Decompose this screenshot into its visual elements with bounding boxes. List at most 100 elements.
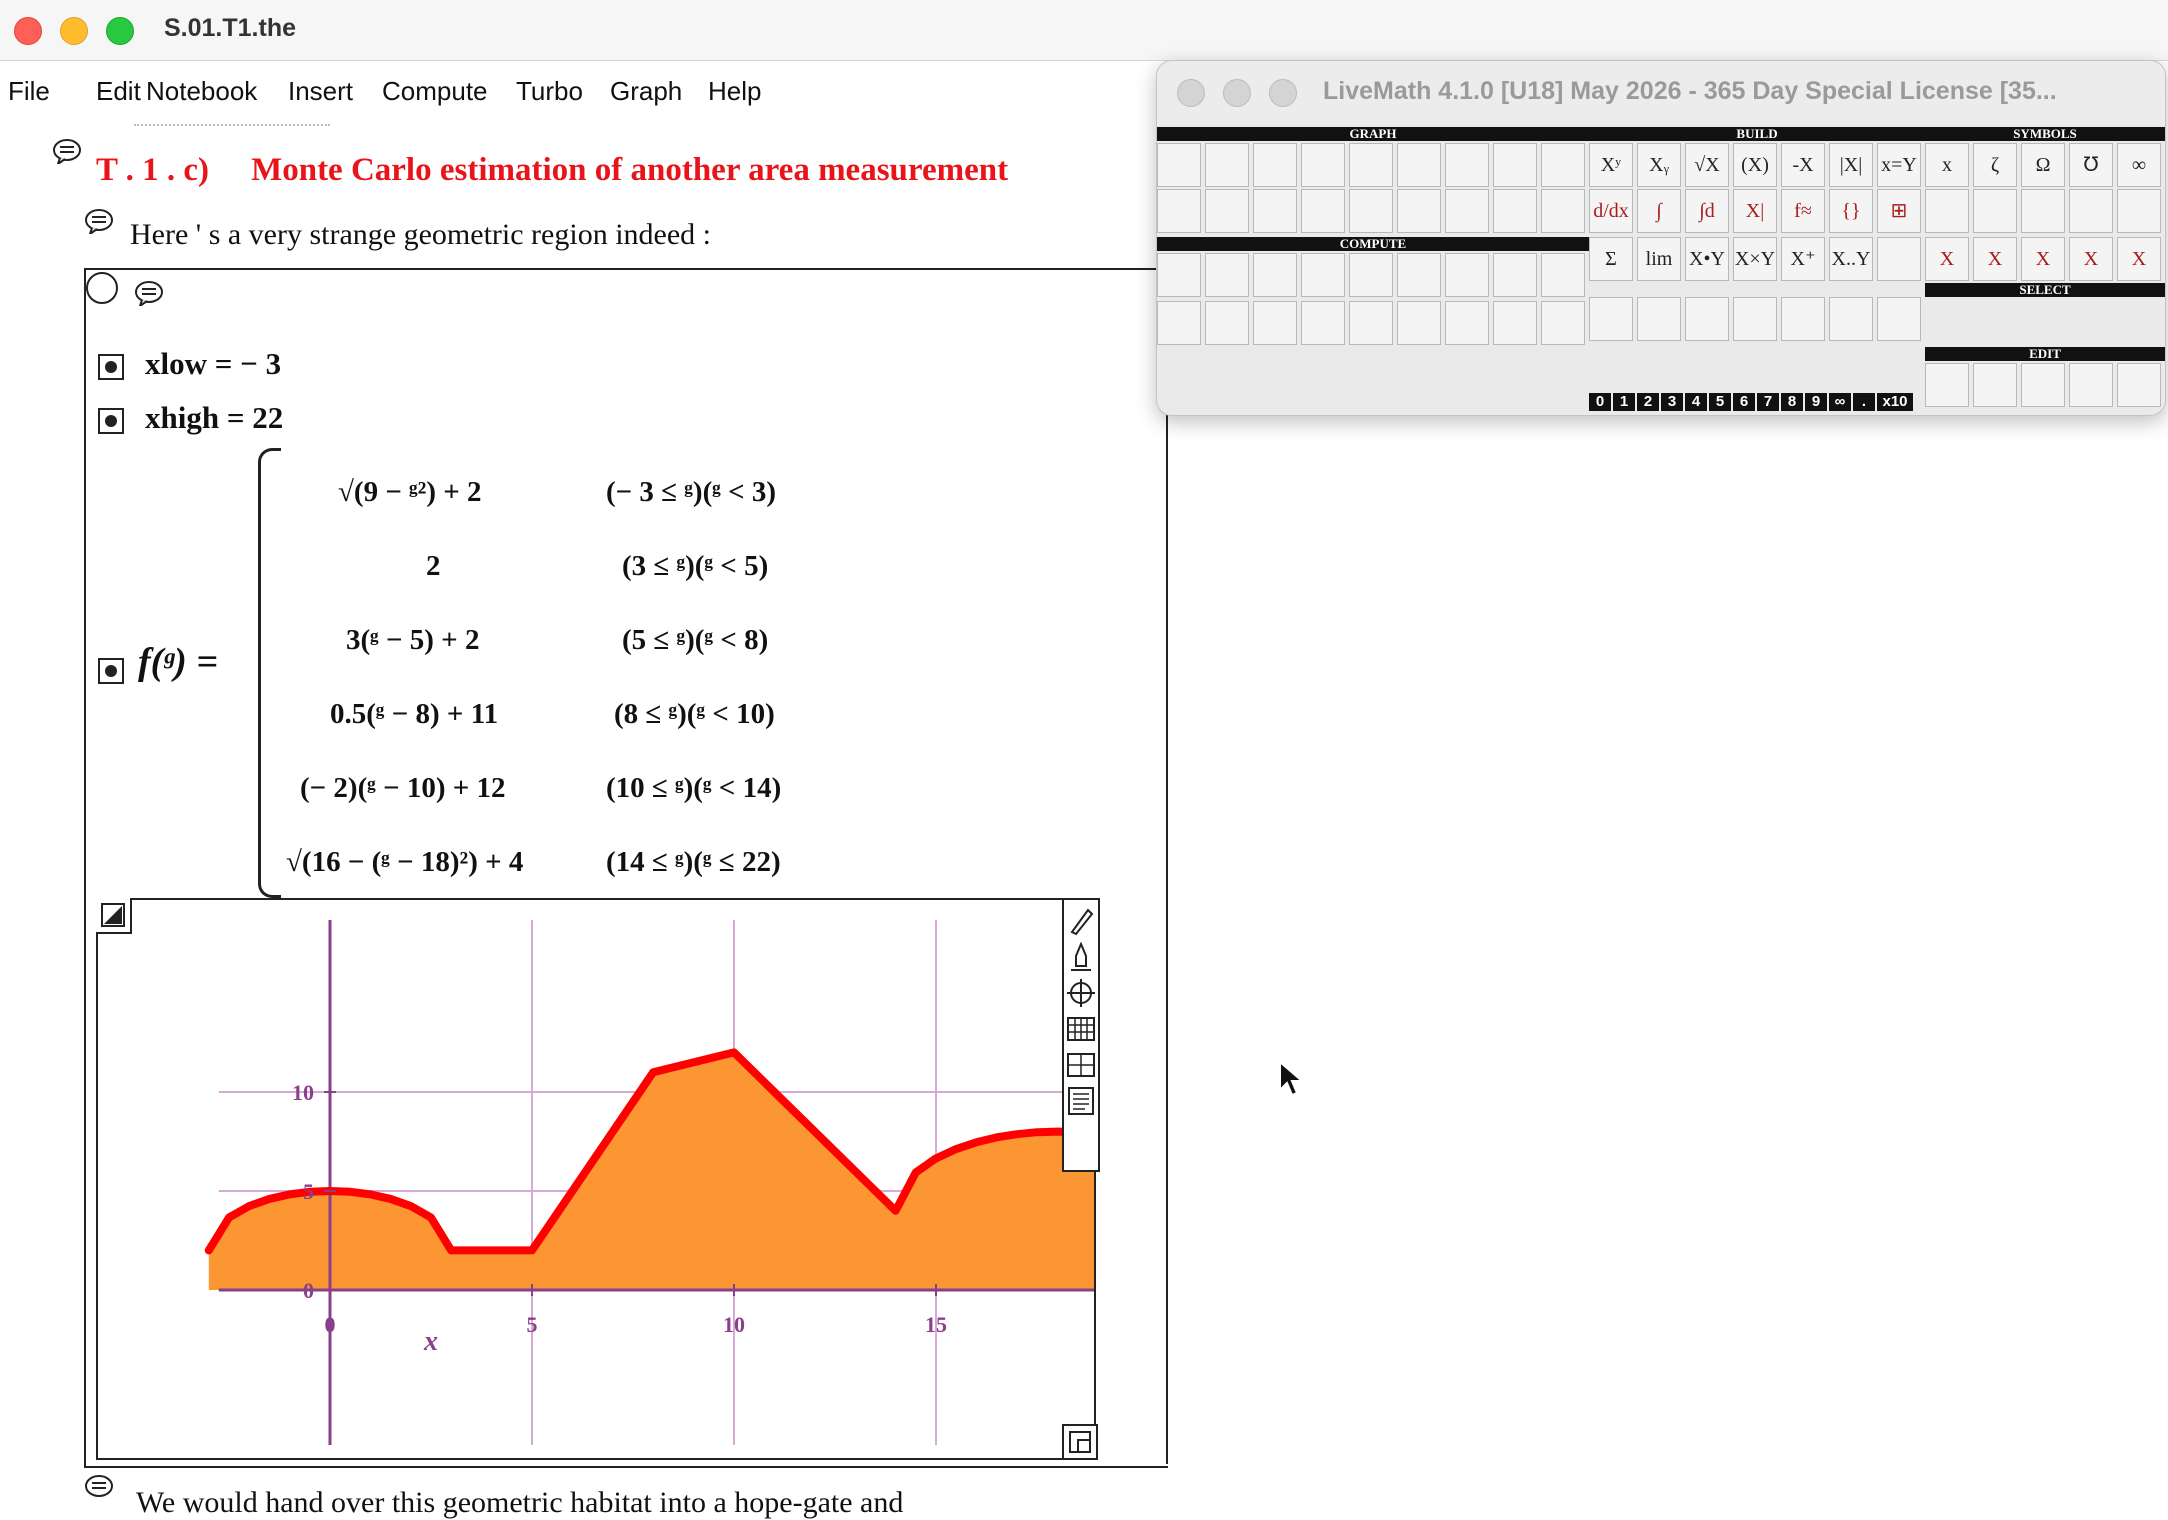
menu-graph[interactable]: Graph bbox=[610, 76, 682, 107]
piece-expression-5[interactable]: (− 2)(ᵍ − 10) + 12 bbox=[300, 772, 506, 805]
digit-3[interactable]: 3 bbox=[1661, 393, 1683, 411]
digit-x10[interactable]: x10 bbox=[1877, 393, 1913, 411]
build-tool-7-icon[interactable] bbox=[1877, 297, 1921, 341]
symbol-button-3[interactable]: Ω bbox=[2021, 143, 2065, 187]
comment-bubble-icon[interactable] bbox=[134, 280, 164, 306]
piece-expression-3[interactable]: 3(ᵍ − 5) + 2 bbox=[346, 624, 479, 657]
build-tool-4-icon[interactable] bbox=[1733, 297, 1777, 341]
graph-tool-5-icon[interactable] bbox=[1349, 143, 1393, 187]
symbol-style-2-icon[interactable] bbox=[1973, 189, 2017, 233]
menu-help[interactable]: Help bbox=[708, 76, 761, 107]
compute-button-3[interactable]: X•Y bbox=[1685, 237, 1729, 281]
graph-tool-8-icon[interactable] bbox=[1493, 143, 1537, 187]
graph-tool-4-icon[interactable] bbox=[1301, 143, 1345, 187]
graph-tool-12-icon[interactable] bbox=[1253, 189, 1297, 233]
compute-tool-15-icon[interactable] bbox=[1397, 301, 1441, 345]
digit-point[interactable]: . bbox=[1853, 393, 1875, 411]
menu-insert[interactable]: Insert bbox=[288, 76, 353, 107]
digit-6[interactable]: 6 bbox=[1733, 393, 1755, 411]
function-name[interactable]: f(ᵍ) = bbox=[138, 640, 218, 684]
compute-tool-10-icon[interactable] bbox=[1157, 301, 1201, 345]
graph-tool-pen-icon[interactable] bbox=[1066, 906, 1096, 936]
compute-button-2[interactable]: lim bbox=[1637, 237, 1681, 281]
compute-tool-13-icon[interactable] bbox=[1301, 301, 1345, 345]
graph-tool-18-icon[interactable] bbox=[1541, 189, 1585, 233]
compute-tool-8-icon[interactable] bbox=[1493, 253, 1537, 297]
build-tool-2-icon[interactable] bbox=[1637, 297, 1681, 341]
compute-tool-3-icon[interactable] bbox=[1253, 253, 1297, 297]
menu-edit[interactable]: Edit bbox=[96, 76, 141, 107]
symbol-style-3-icon[interactable] bbox=[2021, 189, 2065, 233]
compute-button-1[interactable]: Σ bbox=[1589, 237, 1633, 281]
compute-tool-12-icon[interactable] bbox=[1253, 301, 1297, 345]
build-button-8[interactable]: d/dx bbox=[1589, 189, 1633, 233]
symbol-button-5[interactable]: ∞ bbox=[2117, 143, 2161, 187]
close-window-button[interactable] bbox=[14, 17, 42, 45]
graph-corner-toggle[interactable] bbox=[96, 898, 132, 934]
symbol-style-1-icon[interactable] bbox=[1925, 189, 1969, 233]
edit-tool-4-icon[interactable] bbox=[2069, 363, 2113, 407]
graph-tool-2-icon[interactable] bbox=[1205, 143, 1249, 187]
build-button-10[interactable]: ∫d bbox=[1685, 189, 1729, 233]
zoom-window-button[interactable] bbox=[106, 17, 134, 45]
symbol-button-4[interactable]: ℧ bbox=[2069, 143, 2113, 187]
graph-tool-7-icon[interactable] bbox=[1445, 143, 1489, 187]
digit-9[interactable]: 9 bbox=[1805, 393, 1827, 411]
digit-5[interactable]: 5 bbox=[1709, 393, 1731, 411]
select-button-5[interactable]: X bbox=[2117, 237, 2161, 281]
graph-tool-13-icon[interactable] bbox=[1301, 189, 1345, 233]
menu-compute[interactable]: Compute bbox=[382, 76, 488, 107]
piece-condition-5[interactable]: (10 ≤ ᵍ)(ᵍ < 14) bbox=[606, 772, 781, 805]
graph-tool-crosshair-icon[interactable] bbox=[1066, 978, 1096, 1008]
graph-tool-grid-fine-icon[interactable] bbox=[1066, 1014, 1096, 1044]
piece-condition-4[interactable]: (8 ≤ ᵍ)(ᵍ < 10) bbox=[614, 698, 775, 731]
graph-resize-button[interactable] bbox=[1062, 1424, 1098, 1460]
compute-tool-1-icon[interactable] bbox=[1157, 253, 1201, 297]
digit-1[interactable]: 1 bbox=[1613, 393, 1635, 411]
build-button-12[interactable]: f≈ bbox=[1781, 189, 1825, 233]
piece-condition-1[interactable]: (− 3 ≤ ᵍ)(ᵍ < 3) bbox=[606, 476, 776, 509]
graph-tool-rocket-icon[interactable] bbox=[1066, 941, 1096, 972]
compute-tool-4-icon[interactable] bbox=[1301, 253, 1345, 297]
graph-tool-grid-icon[interactable] bbox=[1066, 1050, 1096, 1080]
piece-condition-2[interactable]: (3 ≤ ᵍ)(ᵍ < 5) bbox=[622, 550, 768, 583]
graph-tool-1-icon[interactable] bbox=[1157, 143, 1201, 187]
build-button-4[interactable]: (X) bbox=[1733, 143, 1777, 187]
build-button-11[interactable]: X| bbox=[1733, 189, 1777, 233]
select-button-3[interactable]: X bbox=[2021, 237, 2065, 281]
equation-checkbox-f[interactable] bbox=[98, 658, 124, 684]
digit-infinity[interactable]: ∞ bbox=[1829, 393, 1851, 411]
build-button-13[interactable]: {} bbox=[1829, 189, 1873, 233]
compute-button-5[interactable]: X⁺ bbox=[1781, 237, 1825, 281]
equation-checkbox-xlow[interactable] bbox=[98, 354, 124, 380]
edit-tool-2-icon[interactable] bbox=[1973, 363, 2017, 407]
graph-tool-3-icon[interactable] bbox=[1253, 143, 1297, 187]
compute-tool-9-icon[interactable] bbox=[1541, 253, 1585, 297]
comment-bubble-icon[interactable] bbox=[1877, 237, 1921, 281]
compute-tool-7-icon[interactable] bbox=[1445, 253, 1489, 297]
piece-expression-1[interactable]: √(9 − ᵍ²) + 2 bbox=[338, 476, 482, 509]
graph-tool-15-icon[interactable] bbox=[1397, 189, 1441, 233]
build-button-7[interactable]: x=Y bbox=[1877, 143, 1921, 187]
compute-tool-11-icon[interactable] bbox=[1205, 301, 1249, 345]
minimize-window-button[interactable] bbox=[60, 17, 88, 45]
select-button-2[interactable]: X bbox=[1973, 237, 2017, 281]
area-plot[interactable]: 051015200510x bbox=[98, 900, 1260, 1458]
compute-tool-14-icon[interactable] bbox=[1349, 301, 1393, 345]
comment-bubble-icon[interactable] bbox=[84, 208, 114, 234]
digit-2[interactable]: 2 bbox=[1637, 393, 1659, 411]
xlow-equation[interactable]: xlow = − 3 bbox=[145, 346, 281, 382]
build-tool-6-icon[interactable] bbox=[1829, 297, 1873, 341]
compute-tool-5-icon[interactable] bbox=[1349, 253, 1393, 297]
menu-turbo[interactable]: Turbo bbox=[516, 76, 583, 107]
compute-button-4[interactable]: X×Y bbox=[1733, 237, 1777, 281]
build-button-5[interactable]: -X bbox=[1781, 143, 1825, 187]
group-select-radio[interactable] bbox=[86, 272, 118, 304]
build-tool-5-icon[interactable] bbox=[1781, 297, 1825, 341]
xhigh-equation[interactable]: xhigh = 22 bbox=[145, 400, 283, 436]
graph-tool-text-icon[interactable] bbox=[1066, 1086, 1096, 1116]
graph-tool-9-icon[interactable] bbox=[1541, 143, 1585, 187]
edit-tool-1-icon[interactable] bbox=[1925, 363, 1969, 407]
piece-expression-4[interactable]: 0.5(ᵍ − 8) + 11 bbox=[330, 698, 498, 731]
menu-file[interactable]: File bbox=[8, 76, 50, 107]
